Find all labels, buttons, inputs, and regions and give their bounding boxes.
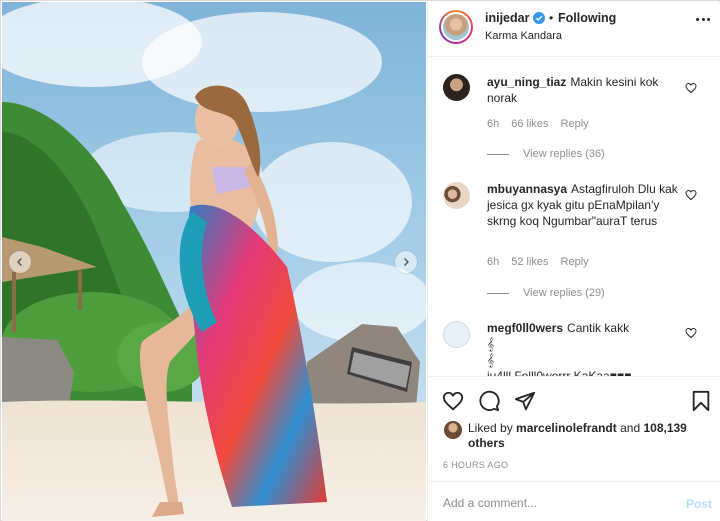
comment-text: megf0ll0wers Cantik kakk 𝄞 𝄞 ju4lll Folll… xyxy=(487,320,687,376)
add-comment-bar: Post xyxy=(428,481,720,521)
view-replies-button[interactable]: View replies (36) xyxy=(487,148,605,160)
likes-summary: Liked by marcelinolefrandt and 108,139 o… xyxy=(428,416,720,456)
comment-body: Cantik kakk xyxy=(567,321,630,335)
comment-icon[interactable] xyxy=(478,390,500,412)
liker-username[interactable]: marcelinolefrandt xyxy=(516,421,617,435)
post-actions xyxy=(428,376,720,416)
comment-extra-line: ju4lll Folll0werrr KaKaa■■■ xyxy=(487,369,632,376)
next-photo-button[interactable] xyxy=(395,251,417,273)
location-link[interactable]: Karma Kandara xyxy=(485,30,562,42)
heart-icon[interactable] xyxy=(685,189,697,201)
comment-input[interactable] xyxy=(443,494,663,512)
header-separator: • xyxy=(549,11,554,25)
beach-photo-illustration xyxy=(2,2,426,521)
comment-meta: 6h 52 likes Reply xyxy=(487,256,601,268)
likes-text: Liked by marcelinolefrandt and 108,139 o… xyxy=(468,421,703,451)
chevron-right-icon xyxy=(404,258,409,266)
comment-time[interactable]: 6h xyxy=(487,118,499,130)
commenter-avatar[interactable] xyxy=(443,74,470,101)
comment-time[interactable]: 6h xyxy=(487,256,499,268)
verified-icon xyxy=(533,12,545,24)
view-replies-button[interactable]: View replies (29) xyxy=(487,287,605,299)
post-modal: inijedar • Following Karma Kandara ayu_n… xyxy=(0,0,720,521)
reply-button[interactable]: Reply xyxy=(561,256,589,268)
post-header: inijedar • Following Karma Kandara xyxy=(428,2,720,57)
bookmark-icon[interactable] xyxy=(690,390,712,412)
commenter-username[interactable]: mbuyannasya xyxy=(487,182,567,196)
following-button[interactable]: Following xyxy=(558,11,616,25)
chevron-left-icon xyxy=(17,258,22,266)
author-username[interactable]: inijedar xyxy=(485,11,529,25)
comment-text: mbuyannasya Astagfiruloh Dlu kak jesica g… xyxy=(487,181,687,229)
view-replies-label: View replies (29) xyxy=(523,287,605,299)
heart-icon[interactable] xyxy=(442,390,464,412)
post-side-panel: inijedar • Following Karma Kandara ayu_n… xyxy=(427,2,720,521)
heart-icon[interactable] xyxy=(685,82,697,94)
commenter-avatar[interactable] xyxy=(443,321,470,348)
comment-extra-line: 𝄞 xyxy=(487,353,495,367)
author-avatar[interactable] xyxy=(439,10,473,44)
previous-photo-button[interactable] xyxy=(9,251,31,273)
commenter-username[interactable]: ayu_ning_tiaz xyxy=(487,75,566,89)
commenter-username[interactable]: megf0ll0wers xyxy=(487,321,563,335)
commenter-avatar[interactable] xyxy=(443,182,470,209)
likes-connector: and xyxy=(620,421,641,435)
comment-likes[interactable]: 66 likes xyxy=(511,118,548,130)
comment-text: ayu_ning_tiaz Makin kesini kok norak xyxy=(487,74,687,106)
view-replies-label: View replies (36) xyxy=(523,148,605,160)
post-date[interactable]: 6 HOURS AGO xyxy=(443,460,508,470)
likes-prefix: Liked by xyxy=(468,421,513,435)
comment-meta: 6h 66 likes Reply xyxy=(487,118,601,130)
comments-list[interactable]: ayu_ning_tiaz Makin kesini kok norak 6h 66… xyxy=(428,58,720,376)
share-icon[interactable] xyxy=(514,390,536,412)
reply-button[interactable]: Reply xyxy=(561,118,589,130)
liker-avatar[interactable] xyxy=(444,421,462,439)
more-options-icon[interactable] xyxy=(696,18,710,22)
post-photo[interactable] xyxy=(2,2,426,521)
post-comment-button[interactable]: Post xyxy=(686,497,712,511)
comment-likes[interactable]: 52 likes xyxy=(511,256,548,268)
heart-icon[interactable] xyxy=(685,327,697,339)
comment-extra-line: 𝄞 xyxy=(487,337,495,351)
